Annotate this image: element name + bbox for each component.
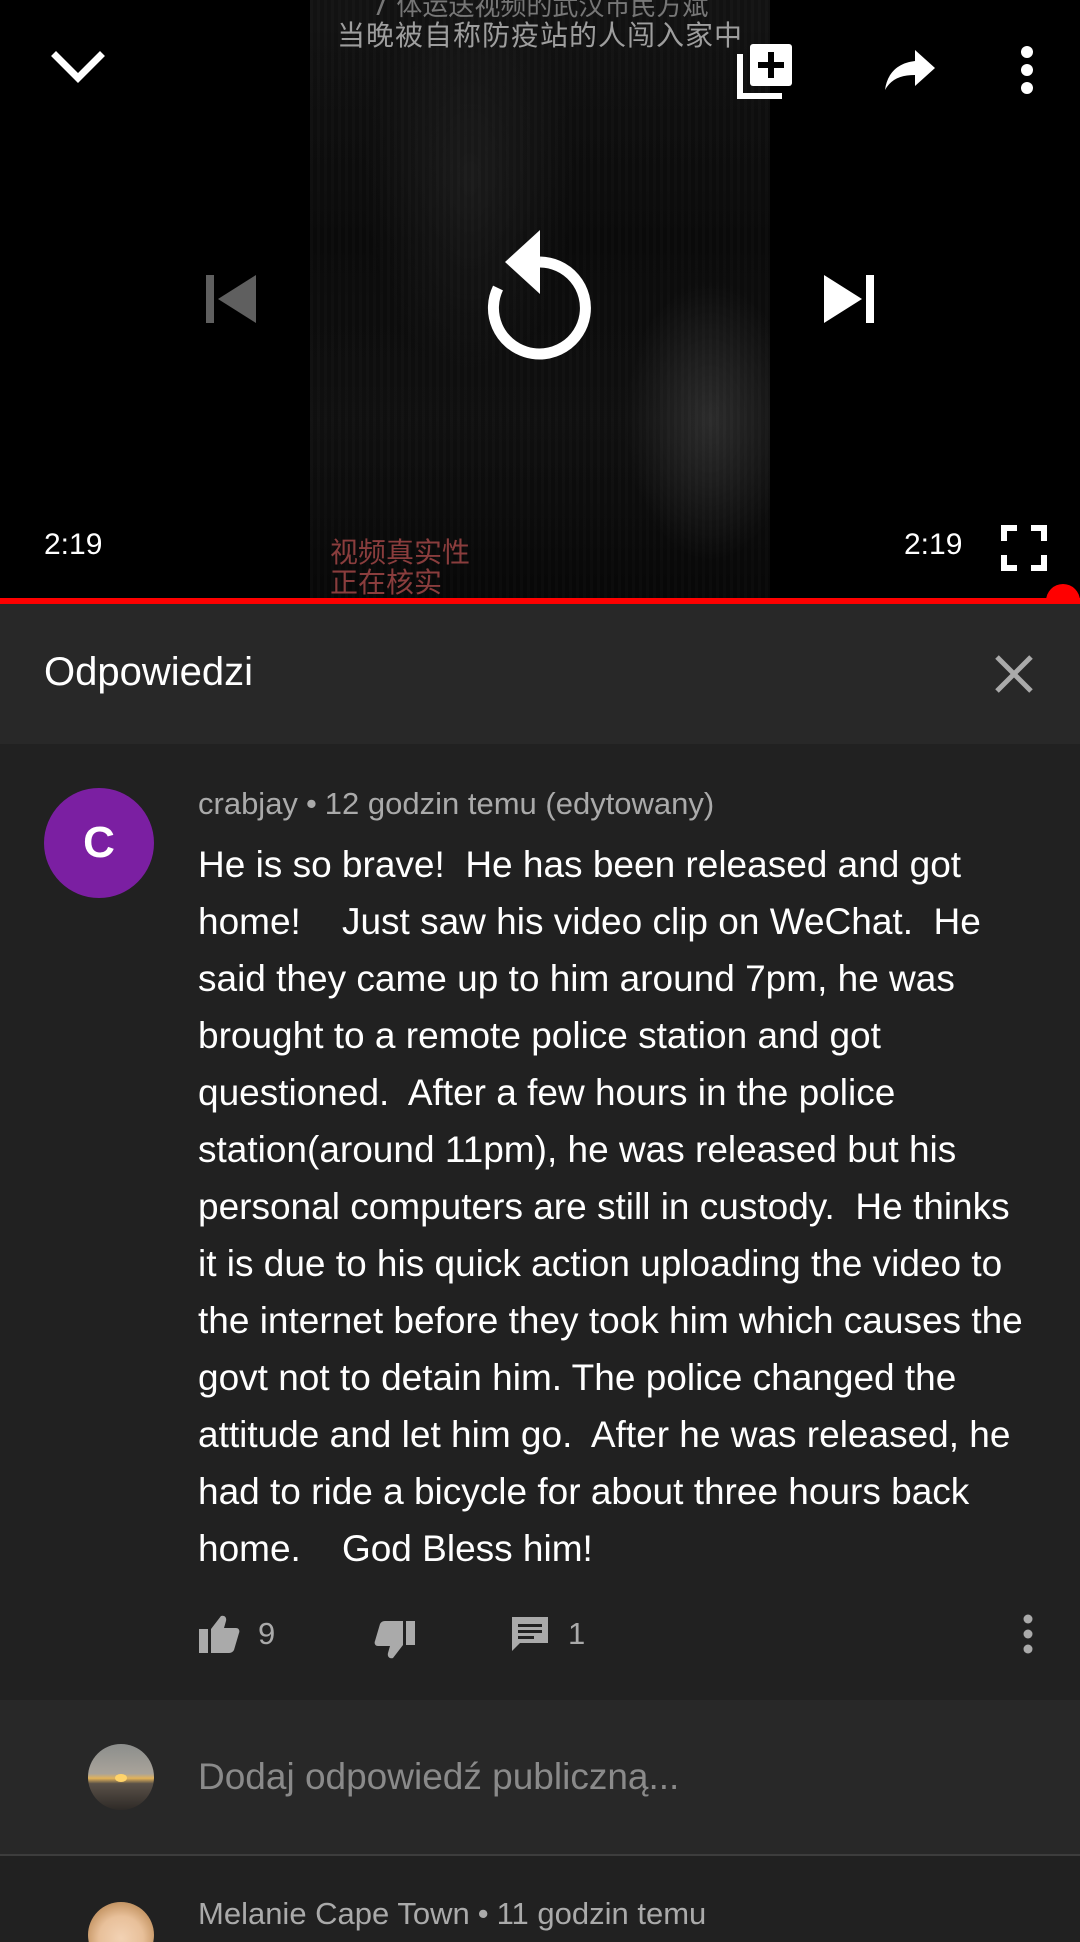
add-to-playlist-button[interactable] <box>728 36 804 104</box>
share-button[interactable] <box>872 40 948 100</box>
reply-count-button[interactable]: 1 <box>510 1604 585 1664</box>
comment: C crabjay • 12 godzin temu (edytowany) He … <box>0 744 1080 1700</box>
replies-panel-header: Odpowiedzi <box>0 604 1080 744</box>
reply-count: 1 <box>568 1616 586 1651</box>
comment-icon <box>512 1617 548 1651</box>
duration: 2:19 <box>904 528 963 561</box>
more-vert-icon <box>1023 1614 1033 1654</box>
video-watermark-line-2: 正在核实 <box>330 566 443 599</box>
skip-next-icon <box>824 275 874 323</box>
reply-input[interactable] <box>198 1744 1018 1810</box>
close-replies-button[interactable] <box>990 650 1038 698</box>
comment-timestamp: 11 godzin temu <box>496 1896 707 1931</box>
chevron-down-icon <box>51 51 105 83</box>
fullscreen-icon <box>1001 525 1047 571</box>
minimize-button[interactable] <box>40 36 116 96</box>
replay-icon <box>487 230 591 360</box>
fullscreen-button[interactable] <box>996 520 1052 576</box>
video-watermark-line-1: 视频真实性 <box>330 536 471 569</box>
comment-meta: Melanie Cape Town • 11 godzin temu <box>198 1896 707 1931</box>
comment-author[interactable]: Melanie Cape Town <box>198 1896 470 1931</box>
video-player[interactable]: 7 体运送视频的武汉市民方斌 当晚被自称防疫站的人闯入家中 视频真实性 正在核实 <box>0 0 1080 600</box>
replies-panel-title: Odpowiedzi <box>44 650 254 694</box>
replay-button[interactable] <box>480 220 600 370</box>
comment-timestamp: 12 godzin temu (edytowany) <box>324 786 715 821</box>
next-button[interactable] <box>814 264 884 334</box>
more-vert-icon <box>1021 46 1033 94</box>
comment-text: He is so brave! He has been released and… <box>198 844 1034 1569</box>
avatar-letter: C <box>83 818 115 867</box>
skip-previous-icon <box>206 275 256 323</box>
thumb-down-icon <box>374 1621 415 1659</box>
playlist-add-icon <box>737 44 792 99</box>
comment-meta: crabjay • 12 godzin temu (edytowany) <box>198 786 715 821</box>
comment-author[interactable]: crabjay <box>198 786 298 821</box>
avatar[interactable]: C <box>44 788 154 898</box>
previous-button[interactable] <box>196 264 266 334</box>
user-avatar <box>88 1744 154 1810</box>
more-options-button[interactable] <box>1002 36 1052 104</box>
dislike-button[interactable] <box>374 1610 416 1670</box>
like-button[interactable]: 9 <box>198 1604 275 1664</box>
share-icon <box>885 50 935 90</box>
comment-more-button[interactable] <box>1022 1604 1034 1664</box>
close-icon <box>995 655 1033 693</box>
current-time: 2:19 <box>44 528 103 561</box>
avatar[interactable] <box>88 1902 154 1942</box>
thumb-up-icon <box>199 1615 240 1653</box>
comment-actions: 9 1 <box>198 1604 1048 1664</box>
like-count: 9 <box>258 1616 276 1651</box>
video-watermark: 视频真实性 正在核实 <box>330 538 470 598</box>
reply-composer <box>0 1700 1080 1856</box>
next-comment: Melanie Cape Town • 11 godzin temu <box>0 1856 1080 1942</box>
